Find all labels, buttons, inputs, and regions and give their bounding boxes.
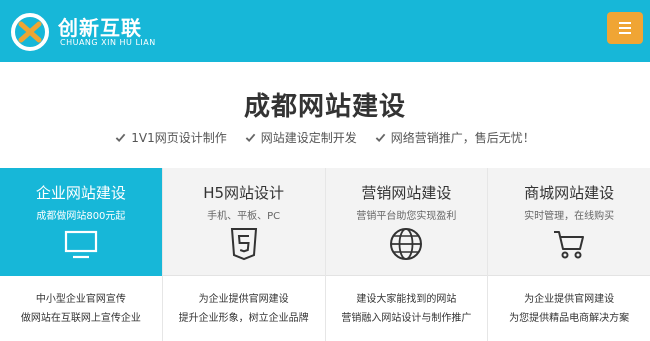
card-desc-line: 中小型企业官网宣传 bbox=[35, 294, 126, 305]
logo-pinyin: CHUANG XIN HU LIAN bbox=[60, 38, 156, 47]
logo[interactable]: 创新互联 CHUANG XIN HU LIAN bbox=[10, 8, 180, 54]
card-subtitle: 实时管理，在线购买 bbox=[524, 211, 615, 222]
logo-name: 创新互联 bbox=[58, 16, 142, 40]
hamburger-icon bbox=[619, 27, 631, 29]
service-card-marketing[interactable]: 营销网站建设 营销平台助您实现盈利 建设大家能找到的网站 营销融入网站设计与制作… bbox=[325, 168, 489, 341]
html5-icon bbox=[230, 228, 257, 261]
feature-label: 1V1网页设计制作 bbox=[131, 131, 227, 145]
logo-mark-icon bbox=[11, 13, 49, 51]
card-subtitle: 手机、平板、PC bbox=[207, 211, 281, 222]
card-desc-line: 做网站在互联网上宣传企业 bbox=[20, 313, 141, 324]
card-description: 为企业提供官网建设 提升企业形象，树立企业品牌 bbox=[163, 290, 325, 328]
card-title: 商城网站建设 bbox=[524, 184, 615, 202]
service-card-enterprise[interactable]: 企业网站建设 成都做网站800元起 中小型企业官网宣传 做网站在互联网上宣传企业 bbox=[0, 168, 163, 341]
services-grid: 企业网站建设 成都做网站800元起 中小型企业官网宣传 做网站在互联网上宣传企业… bbox=[0, 168, 650, 341]
check-icon bbox=[375, 133, 386, 143]
card-header: 企业网站建设 成都做网站800元起 bbox=[0, 168, 162, 276]
card-desc-line: 建设大家能找到的网站 bbox=[356, 294, 457, 305]
check-icon bbox=[245, 133, 256, 143]
cart-icon bbox=[554, 231, 585, 259]
hamburger-icon bbox=[619, 32, 631, 34]
feature-label: 网站建设定制开发 bbox=[260, 131, 357, 145]
site-header: 创新互联 CHUANG XIN HU LIAN bbox=[0, 0, 650, 62]
card-header: 商城网站建设 实时管理，在线购买 bbox=[488, 168, 650, 276]
card-description: 为企业提供官网建设 为您提供精品电商解决方案 bbox=[488, 290, 650, 328]
monitor-icon bbox=[64, 230, 97, 259]
feature-item: 网站建设定制开发 bbox=[245, 129, 357, 146]
card-header: 营销网站建设 营销平台助您实现盈利 bbox=[325, 168, 488, 276]
page-title: 成都网站建设 bbox=[243, 92, 406, 122]
check-icon bbox=[115, 133, 126, 143]
hamburger-icon bbox=[619, 22, 631, 24]
service-card-h5[interactable]: H5网站设计 手机、平板、PC 为企业提供官网建设 提升企业形象，树立企业品牌 bbox=[162, 168, 326, 341]
card-desc-line: 为企业提供官网建设 bbox=[198, 294, 289, 305]
feature-list: 1V1网页设计制作 网站建设定制开发 网络营销推广，售后无忧！ bbox=[0, 129, 650, 146]
menu-button[interactable] bbox=[607, 12, 643, 44]
card-description: 建设大家能找到的网站 营销融入网站设计与制作推广 bbox=[326, 290, 488, 328]
card-subtitle: 成都做网站800元起 bbox=[36, 211, 126, 222]
card-subtitle: 营销平台助您实现盈利 bbox=[356, 211, 457, 222]
feature-label: 网络营销推广，售后无忧！ bbox=[390, 131, 535, 145]
card-desc-line: 为您提供精品电商解决方案 bbox=[509, 313, 630, 324]
card-desc-line: 营销融入网站设计与制作推广 bbox=[341, 313, 472, 324]
card-desc-line: 提升企业形象，树立企业品牌 bbox=[178, 313, 309, 324]
feature-item: 网络营销推广，售后无忧！ bbox=[375, 129, 535, 146]
card-header: H5网站设计 手机、平板、PC bbox=[162, 168, 325, 276]
service-card-ecommerce[interactable]: 商城网站建设 实时管理，在线购买 为企业提供官网建设 为您提供精品电商解决方案 bbox=[488, 168, 650, 341]
card-title: 企业网站建设 bbox=[35, 184, 126, 202]
card-title: H5网站设计 bbox=[203, 184, 285, 202]
card-title: 营销网站建设 bbox=[361, 184, 452, 202]
feature-item: 1V1网页设计制作 bbox=[115, 129, 227, 146]
card-description: 中小型企业官网宣传 做网站在互联网上宣传企业 bbox=[0, 290, 162, 328]
globe-icon bbox=[390, 228, 423, 260]
card-desc-line: 为企业提供官网建设 bbox=[524, 294, 615, 305]
